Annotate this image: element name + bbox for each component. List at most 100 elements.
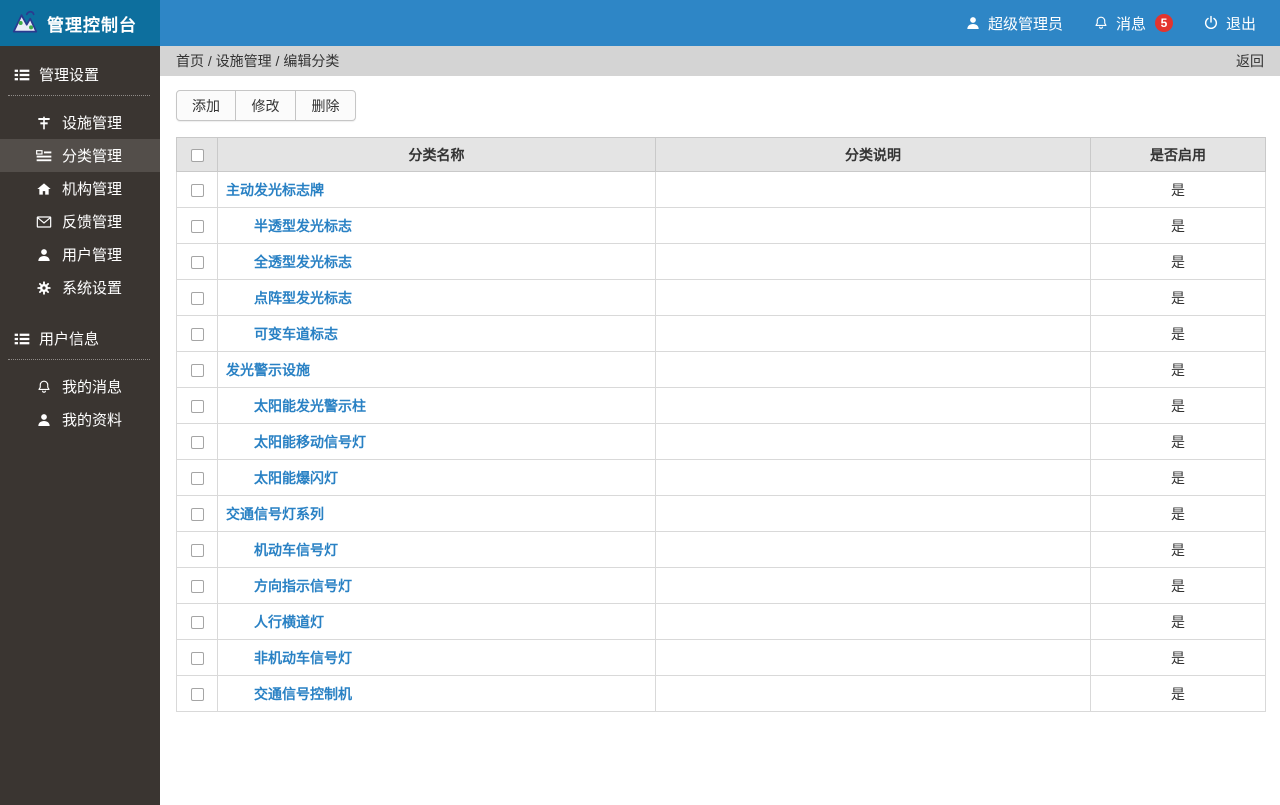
sidebar-item-label: 机构管理 — [62, 178, 122, 199]
row-checkbox[interactable] — [191, 508, 204, 521]
row-checkbox-cell — [177, 604, 218, 640]
list-icon — [14, 331, 30, 347]
category-desc-cell — [656, 316, 1091, 352]
row-checkbox[interactable] — [191, 184, 204, 197]
table-row: 全透型发光标志 是 — [177, 244, 1266, 280]
row-checkbox[interactable] — [191, 364, 204, 377]
table-row: 点阵型发光标志 是 — [177, 280, 1266, 316]
sidebar-item-facility-mgmt[interactable]: 设施管理 — [0, 106, 160, 139]
row-checkbox[interactable] — [191, 436, 204, 449]
row-checkbox[interactable] — [191, 580, 204, 593]
main-content: 添加 修改 删除 分类名称 分类说明 是否启用 主动发光标志牌 — [160, 76, 1280, 805]
sidebar-item-system-settings[interactable]: 系统设置 — [0, 271, 160, 304]
row-checkbox[interactable] — [191, 688, 204, 701]
row-checkbox[interactable] — [191, 256, 204, 269]
app-logo-icon — [10, 10, 40, 36]
table-header-row: 分类名称 分类说明 是否启用 — [177, 138, 1266, 172]
row-checkbox-cell — [177, 568, 218, 604]
sidebar-header-label: 管理设置 — [39, 64, 99, 85]
category-link[interactable]: 半透型发光标志 — [254, 218, 352, 234]
sidebar-item-label: 反馈管理 — [62, 211, 122, 232]
messages-count-badge: 5 — [1155, 14, 1173, 32]
current-user-label: 超级管理员 — [988, 13, 1063, 34]
row-checkbox-cell — [177, 280, 218, 316]
list-icon — [14, 67, 30, 83]
table-row: 太阳能移动信号灯 是 — [177, 424, 1266, 460]
category-name-cell: 太阳能移动信号灯 — [218, 424, 656, 460]
row-checkbox[interactable] — [191, 292, 204, 305]
edit-button[interactable]: 修改 — [236, 90, 296, 121]
row-checkbox[interactable] — [191, 220, 204, 233]
category-name-cell: 可变车道标志 — [218, 316, 656, 352]
row-checkbox-cell — [177, 388, 218, 424]
signpost-icon — [36, 115, 52, 131]
sidebar-item-label: 我的消息 — [62, 376, 122, 397]
category-link[interactable]: 太阳能发光警示柱 — [254, 398, 366, 414]
sidebar-item-user-mgmt[interactable]: 用户管理 — [0, 238, 160, 271]
category-link[interactable]: 点阵型发光标志 — [254, 290, 352, 306]
row-checkbox[interactable] — [191, 400, 204, 413]
category-desc-cell — [656, 532, 1091, 568]
logout-label: 退出 — [1226, 13, 1256, 34]
table-row: 交通信号灯系列 是 — [177, 496, 1266, 532]
table-row: 人行横道灯 是 — [177, 604, 1266, 640]
row-checkbox[interactable] — [191, 616, 204, 629]
category-name-cell: 机动车信号灯 — [218, 532, 656, 568]
category-link[interactable]: 交通信号控制机 — [254, 686, 352, 702]
category-link[interactable]: 人行横道灯 — [254, 614, 324, 630]
row-checkbox[interactable] — [191, 472, 204, 485]
add-button[interactable]: 添加 — [176, 90, 236, 121]
enabled-cell: 是 — [1091, 280, 1266, 316]
category-desc-cell — [656, 172, 1091, 208]
category-link[interactable]: 主动发光标志牌 — [226, 182, 324, 198]
back-button[interactable]: 返回 — [1236, 51, 1264, 71]
sidebar-item-my-messages[interactable]: 我的消息 — [0, 370, 160, 403]
sidebar-item-category-mgmt[interactable]: 分类管理 — [0, 139, 160, 172]
sidebar-item-feedback-mgmt[interactable]: 反馈管理 — [0, 205, 160, 238]
row-checkbox-cell — [177, 460, 218, 496]
toolbar: 添加 修改 删除 — [176, 90, 356, 121]
category-link[interactable]: 全透型发光标志 — [254, 254, 352, 270]
category-link[interactable]: 发光警示设施 — [226, 362, 310, 378]
category-link[interactable]: 机动车信号灯 — [254, 542, 338, 558]
table-row: 半透型发光标志 是 — [177, 208, 1266, 244]
bell-icon — [36, 379, 52, 395]
table-row: 发光警示设施 是 — [177, 352, 1266, 388]
row-checkbox[interactable] — [191, 652, 204, 665]
current-user[interactable]: 超级管理员 — [965, 13, 1063, 34]
category-desc-cell — [656, 208, 1091, 244]
category-name-cell: 主动发光标志牌 — [218, 172, 656, 208]
table-row: 机动车信号灯 是 — [177, 532, 1266, 568]
sidebar-item-my-profile[interactable]: 我的资料 — [0, 403, 160, 436]
logo-area: 管理控制台 — [0, 0, 160, 46]
category-name-cell: 太阳能爆闪灯 — [218, 460, 656, 496]
table-row: 太阳能爆闪灯 是 — [177, 460, 1266, 496]
category-link[interactable]: 太阳能移动信号灯 — [254, 434, 366, 450]
messages-label: 消息 — [1116, 13, 1146, 34]
category-name-cell: 交通信号灯系列 — [218, 496, 656, 532]
row-checkbox[interactable] — [191, 544, 204, 557]
column-header-name: 分类名称 — [218, 138, 656, 172]
gear-icon — [36, 280, 52, 296]
category-desc-cell — [656, 460, 1091, 496]
enabled-cell: 是 — [1091, 352, 1266, 388]
sidebar-item-label: 用户管理 — [62, 244, 122, 265]
delete-button[interactable]: 删除 — [296, 90, 356, 121]
sidebar-header-user-info: 用户信息 — [0, 328, 160, 359]
messages-button[interactable]: 消息 5 — [1093, 13, 1173, 34]
category-link[interactable]: 非机动车信号灯 — [254, 650, 352, 666]
column-header-enabled: 是否启用 — [1091, 138, 1266, 172]
enabled-cell: 是 — [1091, 532, 1266, 568]
row-checkbox-cell — [177, 208, 218, 244]
breadcrumb-bar: 首页 / 设施管理 / 编辑分类 返回 — [160, 46, 1280, 76]
sidebar-item-org-mgmt[interactable]: 机构管理 — [0, 172, 160, 205]
category-link[interactable]: 太阳能爆闪灯 — [254, 470, 338, 486]
row-checkbox[interactable] — [191, 328, 204, 341]
category-link[interactable]: 方向指示信号灯 — [254, 578, 352, 594]
enabled-cell: 是 — [1091, 568, 1266, 604]
select-all-checkbox[interactable] — [191, 149, 204, 162]
category-link[interactable]: 交通信号灯系列 — [226, 506, 324, 522]
table-body: 主动发光标志牌 是 半透型发光标志 是 全透型发光标志 是 — [177, 172, 1266, 712]
logout-button[interactable]: 退出 — [1203, 13, 1256, 34]
category-link[interactable]: 可变车道标志 — [254, 326, 338, 342]
